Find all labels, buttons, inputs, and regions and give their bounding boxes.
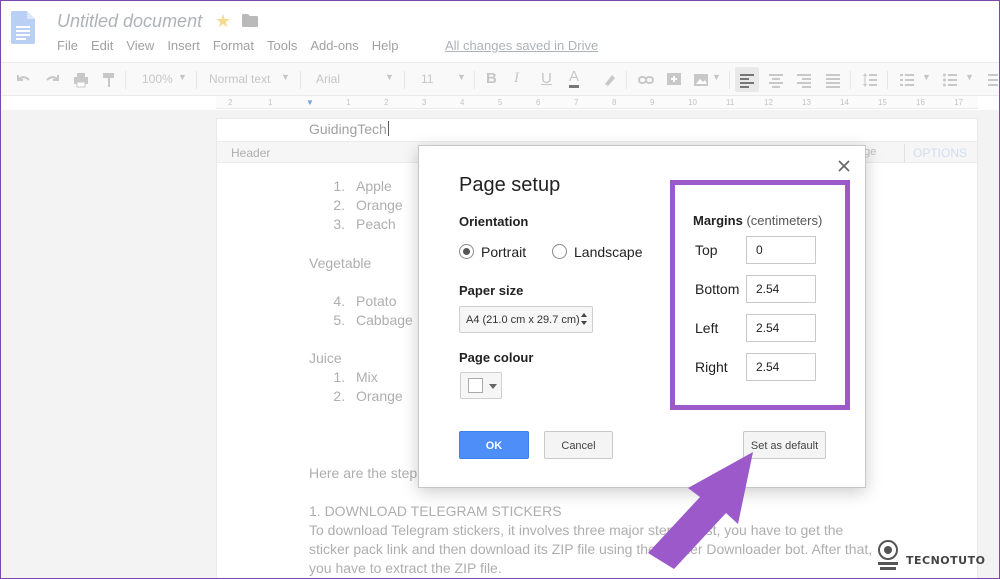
annotation-arrow-icon [648,452,753,569]
tecnotuto-watermark: TECNOTUTO [873,536,993,576]
watermark-text: TECNOTUTO [906,554,986,567]
watermark-logo-icon [878,540,898,570]
